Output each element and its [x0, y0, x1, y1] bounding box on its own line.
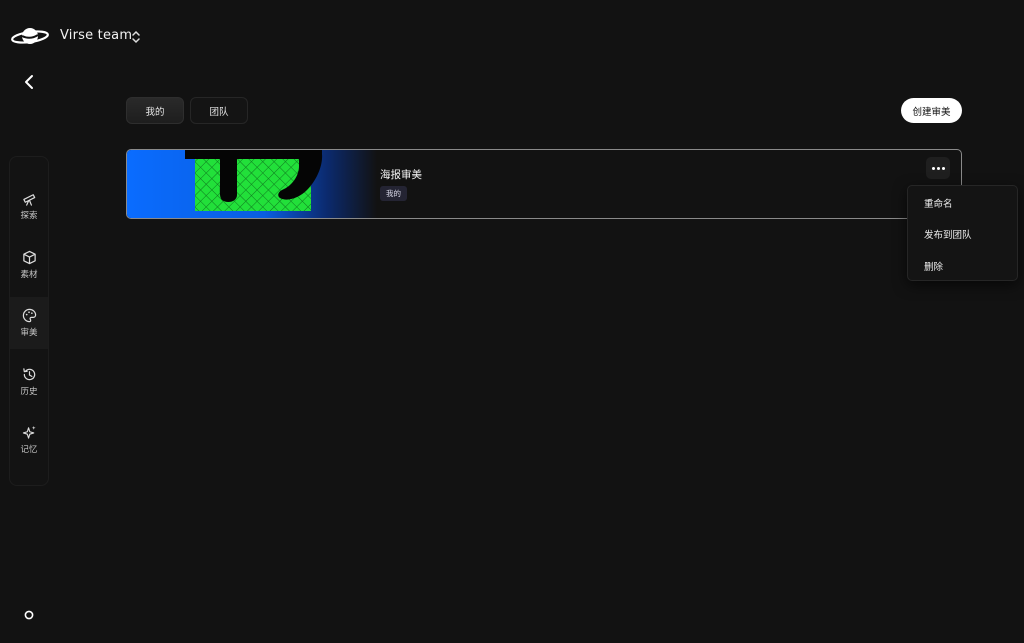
sidebar-item-materials[interactable]: 素材 [10, 239, 48, 291]
create-aesthetic-button[interactable]: 创建审美 [901, 98, 962, 123]
cube-icon [22, 250, 36, 265]
circle-icon[interactable] [19, 605, 39, 625]
menu-item-delete[interactable]: 删除 [924, 259, 943, 273]
context-menu: 重命名 发布到团队 删除 [907, 185, 1018, 281]
owner-badge: 我的 [380, 186, 407, 201]
card-title: 海报审美 [380, 169, 422, 181]
sidebar-item-memory[interactable]: 记忆 [10, 414, 48, 466]
dot-icon [941, 166, 945, 170]
sidebar-item-label: 审美 [20, 328, 38, 338]
aesthetic-card[interactable]: 海报审美 我的 [126, 149, 962, 219]
history-icon [22, 368, 35, 381]
planet-logo-icon[interactable] [10, 22, 50, 52]
sidebar-item-explore[interactable]: 探索 [10, 180, 48, 232]
chevron-left-icon[interactable] [19, 72, 39, 92]
menu-item-rename[interactable]: 重命名 [924, 196, 953, 210]
sidebar-item-label: 素材 [20, 270, 38, 280]
app-page: Virse team 探索 素材 审美 历史 记忆 我的 团队 创建审美 海报审… [0, 0, 1024, 643]
sidebar: 探索 素材 审美 历史 记忆 [9, 156, 49, 486]
sidebar-item-history[interactable]: 历史 [10, 356, 48, 408]
sidebar-item-label: 历史 [20, 387, 38, 397]
team-name[interactable]: Virse team [60, 28, 132, 43]
telescope-icon [22, 194, 35, 206]
chevron-updown-icon[interactable] [129, 29, 143, 45]
dot-icon [931, 166, 935, 170]
dot-icon [936, 166, 940, 170]
sidebar-item-label: 探索 [20, 211, 38, 221]
tab-mine[interactable]: 我的 [126, 97, 184, 124]
menu-item-publish-to-team[interactable]: 发布到团队 [924, 227, 972, 241]
card-thumbnail [127, 150, 377, 218]
palette-icon [22, 308, 36, 323]
tab-team[interactable]: 团队 [190, 97, 248, 124]
sidebar-item-label: 记忆 [20, 445, 38, 455]
sidebar-item-aesthetics[interactable]: 审美 [10, 297, 48, 349]
sparkle-icon [22, 425, 36, 439]
more-options-button[interactable] [926, 157, 950, 179]
